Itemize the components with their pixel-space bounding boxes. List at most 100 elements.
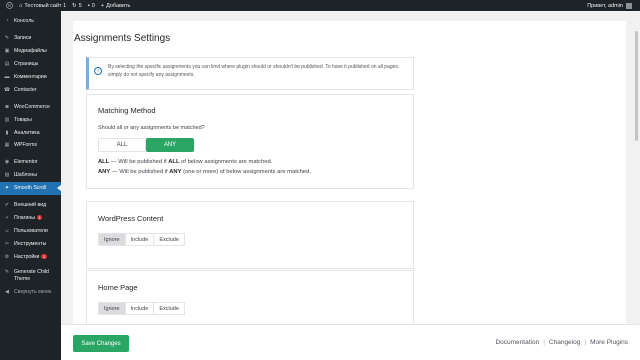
updates-link[interactable]: ↻ 5 [72,3,82,9]
wp-content-ignore-button[interactable]: Ignore [98,233,126,246]
sidebar-item-smooth-scroll[interactable]: ✦ Smooth Scroll [0,181,61,195]
users-icon: ☺ [4,227,10,234]
home-page-options: Ignore Include Exclude [98,302,185,315]
footer-separator: | [543,339,545,346]
updates-count: 5 [78,2,82,9]
add-new-label: Добавить [106,2,131,9]
plugins-icon: ⚡ [5,214,9,221]
sidebar-item-label: Комментарии [14,74,47,80]
sidebar-item-dashboard[interactable]: ◔ Консоль [0,15,61,28]
sidebar-item-elementor[interactable]: ◉ Elementor [0,156,61,169]
sidebar-item-label: Внешний вид [14,202,47,209]
save-changes-button[interactable]: Save Changes [73,335,129,352]
sidebar-item-label: Свернуть меню [14,289,52,296]
footer-separator: | [584,339,587,346]
account-menu[interactable]: Привет, admin [587,0,632,11]
sidebar-item-label: Аналитика [14,129,40,136]
matching-toggle: ALL ANY [98,138,194,152]
sidebar-item-wpforms[interactable]: ▦ WPForms [0,139,61,152]
sidebar-item-label: Smooth Scroll [14,185,47,192]
all-key: ALL [98,159,110,165]
wordpress-logo-icon[interactable]: W [6,2,13,9]
changelog-link[interactable]: Changelog [549,339,580,346]
match-all-button[interactable]: ALL [98,138,146,152]
info-icon: i [94,67,102,75]
settings-footer: Save Changes Documentation | Changelog |… [61,324,640,360]
sidebar-item-products[interactable]: ▥ Товары [0,113,61,126]
templates-icon: ▧ [4,172,10,179]
sidebar-item-label: WooCommerce [14,103,50,110]
analytics-icon: ▮ [5,129,9,136]
sidebar-item-label: WPForms [14,142,38,149]
more-plugins-link[interactable]: More Plugins [590,339,628,346]
products-icon: ▥ [4,116,10,123]
sidebar-item-generate-child-theme[interactable]: ✎ Generate Child Theme [0,267,61,286]
tools-icon: ✂ [4,240,10,247]
home-ignore-button[interactable]: Ignore [98,302,126,315]
sidebar-item-tools[interactable]: ✂ Инструменты [0,237,61,250]
home-page-card: Home Page Ignore Include Exclude [86,270,414,330]
page-title: Assignments Settings [74,33,171,44]
comment-icon: ▬ [4,74,10,80]
home-exclude-button[interactable]: Exclude [153,302,185,315]
sidebar-item-label: Инструменты [14,240,47,247]
sidebar-item-posts[interactable]: ✎ Записи [0,32,61,45]
sidebar-item-woocommerce[interactable]: ◙ WooCommerce [0,100,61,113]
collapse-menu-button[interactable]: ◀ Свернуть меню [0,286,61,299]
sidebar-item-analytics[interactable]: ▮ Аналитика [0,126,61,139]
wp-content-include-button[interactable]: Include [124,233,155,246]
collapse-icon: ◀ [5,289,9,296]
site-name-link[interactable]: ⌂ Тестовый сайт 1 [19,3,66,9]
home-icon: ⌂ [19,2,23,9]
settings-badge: 1 [41,254,47,260]
matching-method-card: Matching Method Should all or any assign… [86,94,414,189]
matching-method-title: Matching Method [98,106,156,115]
dashboard-icon: ◔ [5,18,9,25]
page-icon: ▤ [4,61,10,68]
plugins-badge: 1 [37,215,43,221]
admin-bar: W ⌂ Тестовый сайт 1 ↻ 5 ▪ 0 + Добавить П… [0,0,640,11]
sidebar-item-label: Страницы [14,61,39,68]
sidebar-item-settings[interactable]: ⚙ Настройки 1 [0,250,61,263]
comments-count: 0 [91,2,95,9]
avatar [626,2,632,9]
sidebar-item-label: Generate Child Theme [14,269,49,282]
sidebar-item-label: Плагины [14,214,36,221]
comments-link[interactable]: ▪ 0 [88,3,95,9]
sidebar-item-pages[interactable]: ▤ Страницы [0,58,61,71]
admin-sidebar: ◔ Консоль ✎ Записи ▣ Медиафайлы ▤ Страницы ▬… [0,11,61,360]
wordpress-content-options: Ignore Include Exclude [98,233,185,246]
sidebar-item-label: Настройки [14,253,40,260]
sidebar-item-contacter[interactable]: ☎ Contacter [0,83,61,96]
main-content: Assignments Settings i By selecting the … [61,11,640,360]
sidebar-item-comments[interactable]: ▬ Комментарии [0,71,61,84]
media-icon: ▣ [4,48,10,55]
documentation-link[interactable]: Documentation [495,339,539,346]
settings-icon: ⚙ [4,253,10,260]
info-text: By selecting the specific assignments yo… [108,64,400,78]
wp-content-exclude-button[interactable]: Exclude [153,233,185,246]
woo-icon: ◙ [5,103,9,110]
elementor-icon: ◉ [4,159,10,166]
site-name-label: Тестовый сайт 1 [24,2,67,9]
sidebar-item-media[interactable]: ▣ Медиафайлы [0,45,61,58]
sidebar-item-users[interactable]: ☺ Пользователи [0,224,61,237]
wordpress-content-card: WordPress Content Ignore Include Exclude [86,201,414,269]
match-any-button[interactable]: ANY [146,138,194,152]
any-desc-end: (one or more) of below assignments are m… [181,169,311,175]
sidebar-item-templates[interactable]: ▧ Шаблоны [0,169,61,182]
sidebar-item-label: Contacter [14,86,37,93]
home-page-title: Home Page [98,283,138,292]
comment-bubble-icon: ▪ [87,2,90,9]
home-include-button[interactable]: Include [124,302,155,315]
matching-question: Should all or any assignments be matched… [98,125,205,131]
sidebar-item-plugins[interactable]: ⚡ Плагины 1 [0,211,61,224]
child-theme-icon: ✎ [4,269,10,276]
scrollbar[interactable] [635,31,638,141]
add-new-link[interactable]: + Добавить [101,3,131,9]
sidebar-item-appearance[interactable]: ✐ Внешний вид [0,199,61,212]
any-desc-mid: — Will be published if [110,169,170,175]
sidebar-item-label: Записи [14,35,32,42]
sidebar-item-label: Товары [14,116,32,123]
all-desc-bold: ALL [168,159,180,165]
